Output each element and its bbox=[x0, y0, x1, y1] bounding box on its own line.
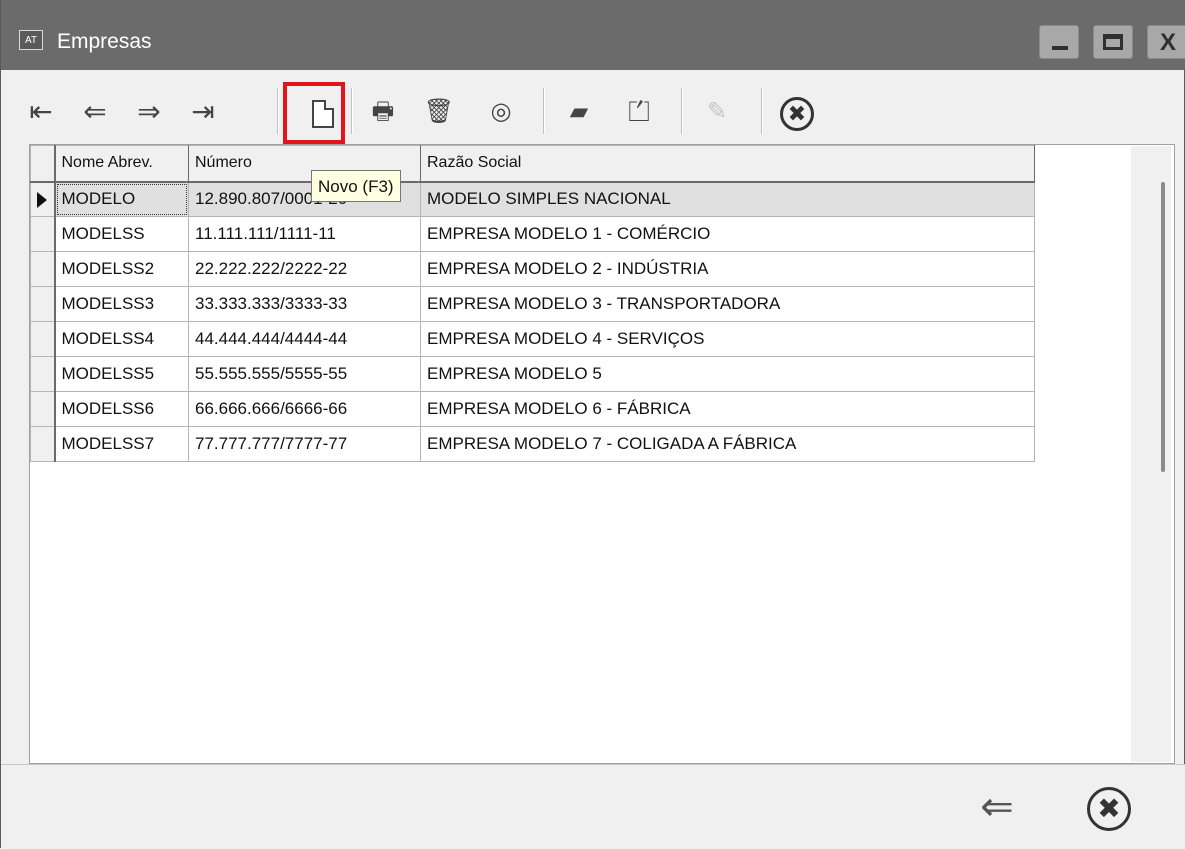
window-title: Empresas bbox=[57, 30, 152, 53]
cell-nome-abrev[interactable]: MODELSS3 bbox=[54, 286, 189, 322]
delete-button[interactable]: 🗑 bbox=[419, 86, 459, 138]
toolbar-separator bbox=[543, 88, 545, 134]
maximize-button[interactable] bbox=[1093, 25, 1133, 59]
view-button[interactable]: ◎ bbox=[481, 86, 521, 138]
last-record-icon: ⇥ bbox=[191, 96, 215, 127]
last-record-button[interactable]: ⇥ bbox=[183, 86, 223, 138]
cell-nome-abrev[interactable]: MODELSS2 bbox=[54, 251, 189, 287]
next-arrow-icon: ⇒ bbox=[137, 96, 161, 127]
close-icon: X bbox=[1159, 29, 1176, 56]
eye-icon: ◎ bbox=[490, 98, 512, 125]
cell-razao-social[interactable]: EMPRESA MODELO 7 - COLIGADA A FÁBRICA bbox=[420, 426, 1035, 462]
table-row[interactable]: MODELSS3 33.333.333/3333-33 EMPRESA MODE… bbox=[30, 286, 1035, 322]
table-row[interactable]: MODELSS4 44.444.444/4444-44 EMPRESA MODE… bbox=[30, 321, 1035, 357]
back-arrow-icon: ⇐ bbox=[980, 785, 1014, 829]
cell-razao-social[interactable]: EMPRESA MODELO 6 - FÁBRICA bbox=[420, 391, 1035, 427]
cell-nome-abrev[interactable]: MODELSS5 bbox=[54, 356, 189, 392]
cell-numero[interactable]: 77.777.777/7777-77 bbox=[188, 426, 421, 462]
cell-nome-abrev[interactable]: MODELSS7 bbox=[54, 426, 189, 462]
new-button-highlight bbox=[283, 82, 345, 144]
cell-razao-social[interactable]: EMPRESA MODELO 2 - INDÚSTRIA bbox=[420, 251, 1035, 287]
cell-numero[interactable]: 22.222.222/2222-22 bbox=[188, 251, 421, 287]
cell-numero[interactable]: 66.666.666/6666-66 bbox=[188, 391, 421, 427]
clear-button[interactable]: ▰ bbox=[559, 86, 599, 138]
minimize-icon bbox=[1052, 46, 1068, 50]
row-indicator[interactable] bbox=[30, 251, 56, 287]
print-button[interactable]: 🖶 bbox=[363, 86, 403, 138]
copy-button[interactable]: ⏍ bbox=[619, 86, 659, 138]
row-indicator[interactable] bbox=[30, 216, 56, 252]
cell-razao-social[interactable]: EMPRESA MODELO 5 bbox=[420, 356, 1035, 392]
close-window-button[interactable]: X bbox=[1147, 25, 1185, 59]
table-row[interactable]: MODELSS 11.111.111/1111-11 EMPRESA MODEL… bbox=[30, 216, 1035, 252]
cell-razao-social[interactable]: EMPRESA MODELO 1 - COMÉRCIO bbox=[420, 216, 1035, 252]
cancel-circle-icon: ✖ bbox=[780, 96, 814, 131]
toolbar: ⇤ ⇐ ⇒ ⇥ 🖶 🗑 ◎ ▰ ⏍ ✎ ✖ bbox=[21, 82, 1173, 144]
table-header: Nome Abrev. Número Razão Social bbox=[30, 145, 1035, 183]
table-row[interactable]: MODELSS2 22.222.222/2222-22 EMPRESA MODE… bbox=[30, 251, 1035, 287]
minimize-button[interactable] bbox=[1039, 25, 1079, 59]
cell-numero[interactable]: 33.333.333/3333-33 bbox=[188, 286, 421, 322]
previous-record-button[interactable]: ⇐ bbox=[75, 86, 115, 138]
new-button-tooltip: Novo (F3) bbox=[311, 170, 401, 202]
cell-nome-abrev[interactable]: MODELSS6 bbox=[54, 391, 189, 427]
eraser-icon: ▰ bbox=[569, 98, 589, 125]
row-indicator[interactable] bbox=[30, 181, 56, 217]
toolbar-separator bbox=[277, 88, 279, 134]
next-record-button[interactable]: ⇒ bbox=[129, 86, 169, 138]
table-row[interactable]: MODELSS6 66.666.666/6666-66 EMPRESA MODE… bbox=[30, 391, 1035, 427]
maximize-icon bbox=[1103, 34, 1123, 50]
row-indicator[interactable] bbox=[30, 391, 56, 427]
first-record-icon: ⇤ bbox=[29, 96, 53, 127]
close-button[interactable]: ✖ bbox=[1081, 781, 1137, 833]
table-row[interactable]: MODELO 12.890.807/0001-20 MODELO SIMPLES… bbox=[30, 181, 1035, 217]
row-indicator[interactable] bbox=[30, 321, 56, 357]
cell-numero[interactable]: 55.555.555/5555-55 bbox=[188, 356, 421, 392]
table-row[interactable]: MODELSS7 77.777.777/7777-77 EMPRESA MODE… bbox=[30, 426, 1035, 462]
scroll-thumb[interactable] bbox=[1161, 182, 1165, 472]
cell-nome-abrev[interactable]: MODELSS bbox=[54, 216, 189, 252]
vertical-scrollbar[interactable] bbox=[1131, 146, 1171, 762]
title-bar[interactable]: AT Empresas X bbox=[1, 0, 1185, 70]
current-row-caret-icon bbox=[37, 191, 48, 208]
row-indicator[interactable] bbox=[30, 356, 56, 392]
close-circle-icon: ✖ bbox=[1087, 787, 1131, 832]
previous-arrow-icon: ⇐ bbox=[83, 96, 107, 127]
edit-button[interactable]: ✎ bbox=[697, 86, 737, 138]
toolbar-separator bbox=[761, 88, 763, 134]
cell-nome-abrev[interactable]: MODELO bbox=[54, 181, 189, 217]
first-record-button[interactable]: ⇤ bbox=[21, 86, 61, 138]
companies-table: Nome Abrev. Número Razão Social MODELO 1… bbox=[30, 145, 1035, 462]
edit-pencil-icon: ✎ bbox=[706, 98, 728, 125]
copy-page-icon: ⏍ bbox=[628, 96, 650, 127]
back-button[interactable]: ⇐ bbox=[969, 781, 1025, 833]
row-indicator[interactable] bbox=[30, 426, 56, 462]
table-row[interactable]: MODELSS5 55.555.555/5555-55 EMPRESA MODE… bbox=[30, 356, 1035, 392]
row-indicator[interactable] bbox=[30, 286, 56, 322]
cell-numero[interactable]: 11.111.111/1111-11 bbox=[188, 216, 421, 252]
row-indicator-header bbox=[30, 145, 56, 183]
printer-icon: 🖶 bbox=[371, 98, 395, 125]
column-header-nome-abrev[interactable]: Nome Abrev. bbox=[54, 145, 189, 183]
cancel-button[interactable]: ✖ bbox=[777, 86, 817, 138]
cell-razao-social[interactable]: EMPRESA MODELO 3 - TRANSPORTADORA bbox=[420, 286, 1035, 322]
column-header-razao-social[interactable]: Razão Social bbox=[420, 145, 1035, 183]
toolbar-separator bbox=[351, 88, 353, 134]
toolbar-separator bbox=[681, 88, 683, 134]
cell-numero[interactable]: 44.444.444/4444-44 bbox=[188, 321, 421, 357]
bottom-bar: ⇐ ✖ bbox=[1, 764, 1185, 849]
cell-razao-social[interactable]: EMPRESA MODELO 4 - SERVIÇOS bbox=[420, 321, 1035, 357]
app-icon: AT bbox=[19, 30, 43, 50]
empresas-window: AT Empresas X ⇤ ⇐ ⇒ ⇥ 🖶 🗑 ◎ ▰ ⏍ ✎ ✖ Nome… bbox=[0, 0, 1185, 849]
cell-nome-abrev[interactable]: MODELSS4 bbox=[54, 321, 189, 357]
trash-icon: 🗑 bbox=[423, 98, 455, 125]
cell-razao-social[interactable]: MODELO SIMPLES NACIONAL bbox=[420, 181, 1035, 217]
